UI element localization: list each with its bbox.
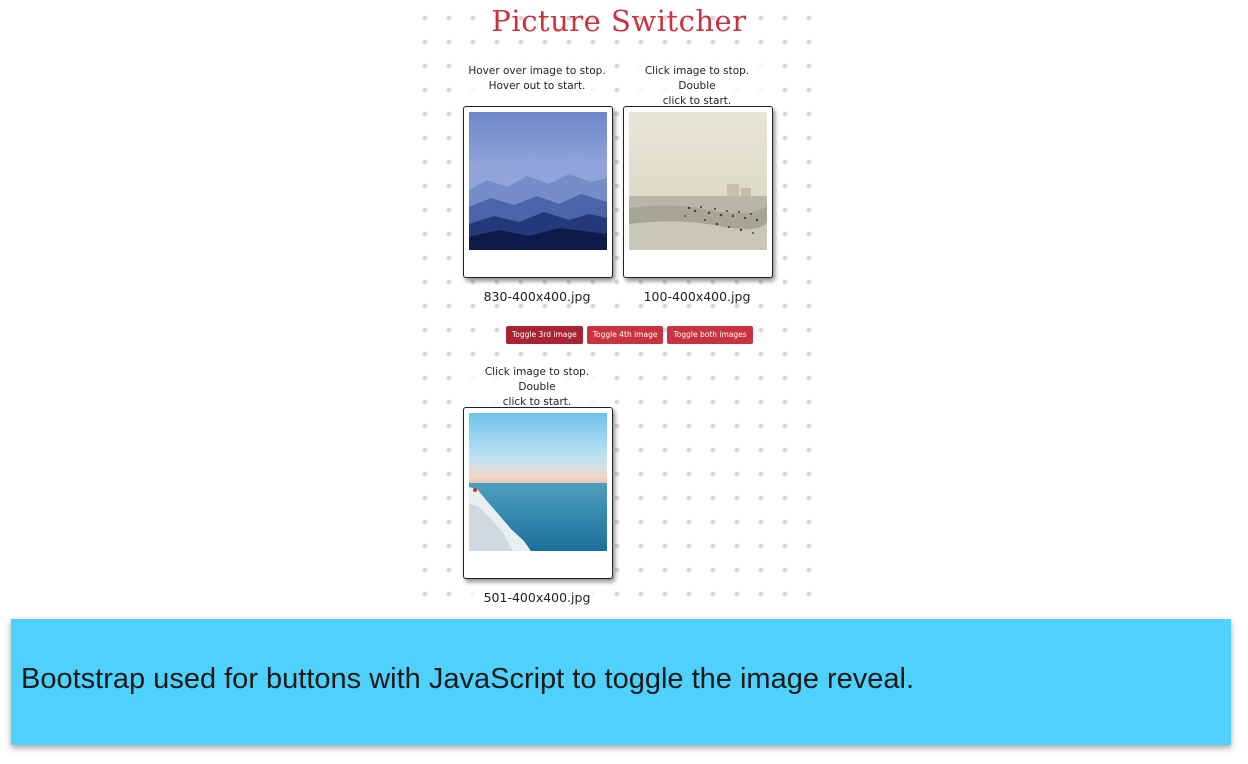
card-3-polaroid[interactable] [463,407,613,579]
banner-text: Bootstrap used for buttons with JavaScri… [21,663,915,695]
card-2-polaroid[interactable] [623,106,773,278]
card-2-caption: Click image to stop. Double click to sta… [625,64,769,109]
caption-banner: Bootstrap used for buttons with JavaScri… [11,619,1231,745]
card-1-polaroid[interactable] [463,106,613,278]
mountain-photo[interactable] [469,112,607,250]
card-1-filename: 830-400x400.jpg [463,289,611,304]
card-3-caption-line1: Click image to stop. Double [484,366,590,393]
toggle-3rd-image-button[interactable]: Toggle 3rd image [506,326,583,344]
card-1-caption: Hover over image to stop. Hover out to s… [468,64,606,94]
card-3-caption: Click image to stop. Double click to sta… [466,365,608,410]
card-2-filename: 100-400x400.jpg [623,289,771,304]
card-1-caption-line1: Hover over image to stop. [468,65,606,77]
picture-switcher-page: Picture Switcher Hover over image to sto… [413,0,825,612]
card-2-caption-line1: Click image to stop. Double [644,65,750,92]
toggle-4th-image-button[interactable]: Toggle 4th image [586,326,664,344]
card-1-caption-line2: Hover out to start. [488,80,586,92]
beach-photo[interactable] [629,112,767,250]
sea-photo[interactable] [469,413,607,551]
card-3-filename: 501-400x400.jpg [463,590,611,605]
toggle-button-group: Toggle 3rd image Toggle 4th image Toggle… [506,326,753,344]
page-title: Picture Switcher [491,4,747,38]
toggle-both-images-button[interactable]: Toggle both images [667,326,753,344]
